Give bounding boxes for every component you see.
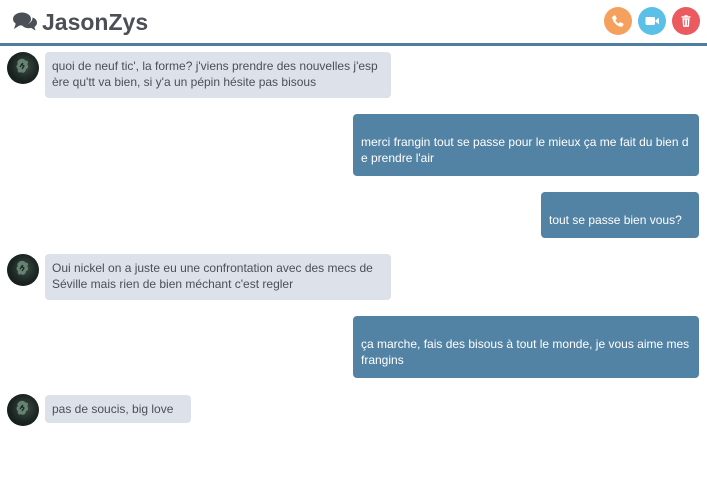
contact-avatar (7, 254, 39, 286)
chat-header: JasonZys (0, 0, 707, 46)
comments-icon (13, 11, 37, 31)
message-bubble-incoming: Oui nickel on a juste eu une confrontati… (45, 254, 391, 300)
contact-avatar (7, 394, 39, 426)
message-bubble-incoming: pas de soucis, big love (45, 395, 191, 423)
message-bubble-outgoing: tout se passe bien vous? (541, 192, 699, 238)
message-list: quoi de neuf tic', la forme? j'viens pre… (0, 46, 707, 495)
contact-name: JasonZys (42, 9, 149, 35)
message-bubble-outgoing: merci frangin tout se passe pour le mieu… (353, 114, 699, 176)
chat-window: JasonZys quoi de neuf tic', la forme? j'… (0, 0, 707, 495)
contact-avatar (7, 52, 39, 84)
message-bubble-incoming: quoi de neuf tic', la forme? j'viens pre… (45, 52, 391, 98)
message-bubble-outgoing: ça marche, fais des bisous à tout le mon… (353, 316, 699, 378)
video-call-button[interactable] (638, 7, 666, 35)
call-button[interactable] (604, 7, 632, 35)
delete-conversation-button[interactable] (672, 7, 700, 35)
